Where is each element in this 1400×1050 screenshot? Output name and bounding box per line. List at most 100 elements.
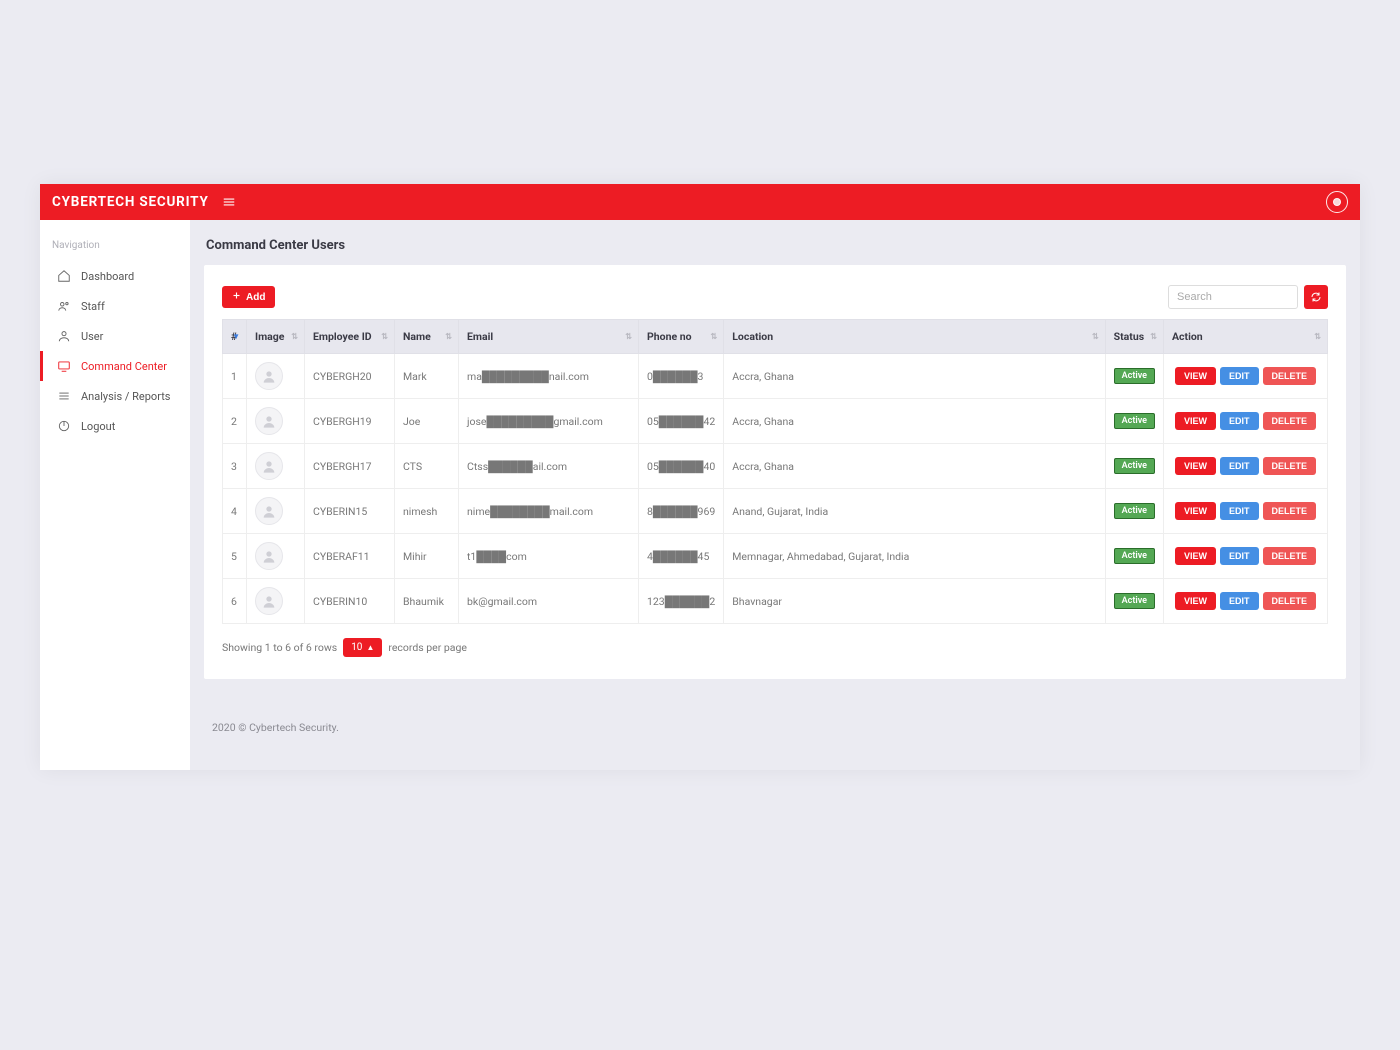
view-button[interactable]: VIEW xyxy=(1175,592,1216,610)
cell-name: Mark xyxy=(395,354,459,399)
cell-number: 3 xyxy=(223,444,247,489)
table-row: 6CYBERIN10Bhaumikbk@gmail.com123██████2B… xyxy=(223,579,1328,624)
view-button[interactable]: VIEW xyxy=(1175,502,1216,520)
sidebar-item-label: User xyxy=(81,330,103,343)
cell-image xyxy=(247,534,305,579)
cell-image xyxy=(247,489,305,534)
topbar: CYBERTECH SECURITY xyxy=(40,184,1360,220)
cell-number: 1 xyxy=(223,354,247,399)
sidebar-item-staff[interactable]: Staff xyxy=(40,291,190,321)
sort-caret-icon: ⇅ xyxy=(291,333,298,341)
cell-action: VIEWEDITDELETE xyxy=(1164,399,1328,444)
sidebar-item-label: Command Center xyxy=(81,360,167,373)
delete-button[interactable]: DELETE xyxy=(1263,502,1317,520)
delete-button[interactable]: DELETE xyxy=(1263,412,1317,430)
refresh-button[interactable] xyxy=(1304,285,1328,309)
cell-phone: 0██████3 xyxy=(639,354,724,399)
refresh-icon xyxy=(1310,291,1322,303)
cell-email: t1████com xyxy=(459,534,639,579)
avatar-icon xyxy=(1333,198,1341,206)
cell-location: Accra, Ghana xyxy=(724,444,1105,489)
col-header-status[interactable]: Status ⇅ xyxy=(1105,320,1163,354)
add-button-label: Add xyxy=(246,292,265,303)
cell-phone: 8██████969 xyxy=(639,489,724,534)
sidebar-item-dashboard[interactable]: Dashboard xyxy=(40,261,190,291)
table-row: 5CYBERAF11Mihirt1████com4██████45Memnaga… xyxy=(223,534,1328,579)
monitor-icon xyxy=(57,359,71,373)
cell-image xyxy=(247,579,305,624)
delete-button[interactable]: DELETE xyxy=(1263,457,1317,475)
col-header-employee-id[interactable]: Employee ID ⇅ xyxy=(305,320,395,354)
col-header-image[interactable]: Image ⇅ xyxy=(247,320,305,354)
view-button[interactable]: VIEW xyxy=(1175,547,1216,565)
col-header-action[interactable]: Action ⇅ xyxy=(1164,320,1328,354)
sidebar-item-command-center[interactable]: Command Center xyxy=(40,351,190,381)
users-icon xyxy=(57,299,71,313)
records-suffix: records per page xyxy=(388,641,467,654)
cell-email: jose█████████gmail.com xyxy=(459,399,639,444)
cell-employee-id: CYBERGH17 xyxy=(305,444,395,489)
sidebar-item-user[interactable]: User xyxy=(40,321,190,351)
cell-action: VIEWEDITDELETE xyxy=(1164,444,1328,489)
status-badge: Active xyxy=(1114,413,1155,429)
delete-button[interactable]: DELETE xyxy=(1263,592,1317,610)
cell-location: Anand, Gujarat, India xyxy=(724,489,1105,534)
nav-header: Navigation xyxy=(40,232,190,261)
cell-phone: 05██████40 xyxy=(639,444,724,489)
caret-up-icon: ▲ xyxy=(366,643,374,652)
edit-button[interactable]: EDIT xyxy=(1220,457,1259,475)
sidebar-item-label: Dashboard xyxy=(81,270,134,283)
cell-name: Joe xyxy=(395,399,459,444)
table-footer: Showing 1 to 6 of 6 rows 10 ▲ records pe… xyxy=(222,638,1328,657)
edit-button[interactable]: EDIT xyxy=(1220,547,1259,565)
showing-text: Showing 1 to 6 of 6 rows xyxy=(222,641,337,654)
sidebar-item-logout[interactable]: Logout xyxy=(40,411,190,441)
sort-caret-icon: ⇅ xyxy=(445,333,452,341)
status-badge: Active xyxy=(1114,503,1155,519)
menu-toggle-button[interactable] xyxy=(221,194,237,210)
user-menu-button[interactable] xyxy=(1326,191,1348,213)
sort-caret-icon: ⇅ xyxy=(1314,333,1321,341)
cell-location: Bhavnagar xyxy=(724,579,1105,624)
content-card: Add # ▼ xyxy=(204,265,1346,679)
view-button[interactable]: VIEW xyxy=(1175,412,1216,430)
status-badge: Active xyxy=(1114,368,1155,384)
delete-button[interactable]: DELETE xyxy=(1263,367,1317,385)
col-header-phone[interactable]: Phone no ⇅ xyxy=(639,320,724,354)
page-size-button[interactable]: 10 ▲ xyxy=(343,638,382,657)
status-badge: Active xyxy=(1114,548,1155,564)
cell-email: Ctss██████ail.com xyxy=(459,444,639,489)
cell-location: Memnagar, Ahmedabad, Gujarat, India xyxy=(724,534,1105,579)
cell-number: 5 xyxy=(223,534,247,579)
users-table: # ▼ Image ⇅ Employee ID ⇅ xyxy=(222,319,1328,624)
delete-button[interactable]: DELETE xyxy=(1263,547,1317,565)
col-header-email[interactable]: Email ⇅ xyxy=(459,320,639,354)
sort-caret-icon: ▼ xyxy=(232,333,240,341)
cell-image xyxy=(247,354,305,399)
main: Command Center Users Add xyxy=(190,220,1360,770)
edit-button[interactable]: EDIT xyxy=(1220,367,1259,385)
view-button[interactable]: VIEW xyxy=(1175,367,1216,385)
edit-button[interactable]: EDIT xyxy=(1220,412,1259,430)
cell-action: VIEWEDITDELETE xyxy=(1164,489,1328,534)
sidebar-item-label: Analysis / Reports xyxy=(81,390,170,403)
cell-email: bk@gmail.com xyxy=(459,579,639,624)
avatar-placeholder-icon xyxy=(255,497,283,525)
sort-caret-icon: ⇅ xyxy=(381,333,388,341)
add-button[interactable]: Add xyxy=(222,286,275,308)
sort-caret-icon: ⇅ xyxy=(711,333,718,341)
avatar-placeholder-icon xyxy=(255,362,283,390)
list-icon xyxy=(57,389,71,403)
view-button[interactable]: VIEW xyxy=(1175,457,1216,475)
cell-status: Active xyxy=(1105,399,1163,444)
col-header-number[interactable]: # ▼ xyxy=(223,320,247,354)
sidebar-item-analysis[interactable]: Analysis / Reports xyxy=(40,381,190,411)
table-row: 3CYBERGH17CTSCtss██████ail.com05██████40… xyxy=(223,444,1328,489)
sort-caret-icon: ⇅ xyxy=(1150,333,1157,341)
col-header-location[interactable]: Location ⇅ xyxy=(724,320,1105,354)
cell-image xyxy=(247,444,305,489)
edit-button[interactable]: EDIT xyxy=(1220,592,1259,610)
col-header-name[interactable]: Name ⇅ xyxy=(395,320,459,354)
search-input[interactable] xyxy=(1168,285,1298,309)
edit-button[interactable]: EDIT xyxy=(1220,502,1259,520)
